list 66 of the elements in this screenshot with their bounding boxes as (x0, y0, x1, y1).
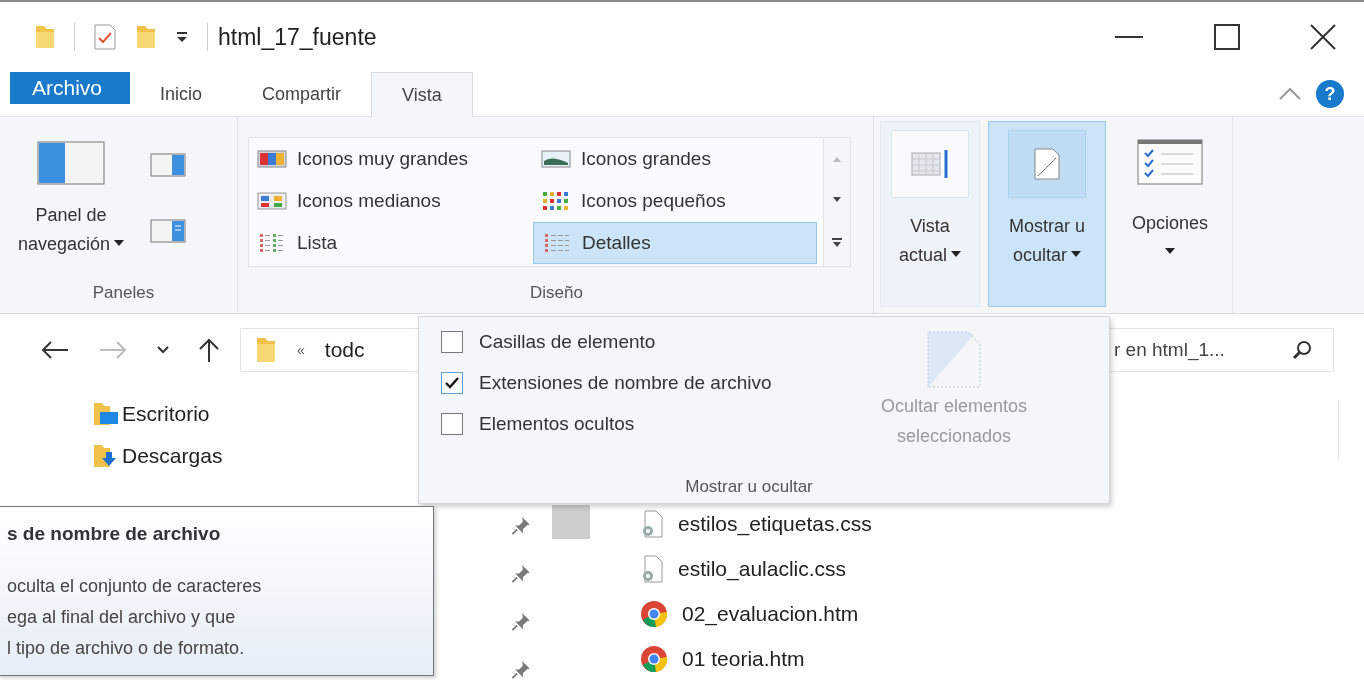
scrollbar-thumb[interactable] (552, 505, 590, 539)
table-icon (910, 147, 950, 181)
pin-icon[interactable] (510, 611, 532, 632)
search-icon (1292, 340, 1312, 360)
close-icon[interactable] (1310, 24, 1336, 50)
ribbon-button[interactable]: Opciones (1114, 121, 1226, 307)
back-icon[interactable] (40, 340, 70, 360)
checkbox-option[interactable]: Extensiones de nombre de archivo (441, 372, 881, 394)
ribbon-button[interactable]: Vista actual (880, 121, 980, 307)
window-title: html_17_fuente (218, 23, 377, 51)
layout-option[interactable]: Iconos grandes (533, 138, 817, 180)
properties-icon[interactable] (93, 23, 117, 51)
collapse-ribbon-icon[interactable] (1278, 87, 1302, 101)
pin-icon[interactable] (510, 659, 532, 680)
layout-option[interactable]: Iconos pequeños (533, 180, 817, 222)
checkbox[interactable] (441, 331, 463, 353)
nav-item[interactable]: Descargas (92, 444, 510, 468)
navigation-pane-button[interactable]: Panel de navegación (18, 123, 125, 283)
file-item[interactable]: 01 teoria.htm (640, 643, 1364, 675)
details-icon (542, 232, 572, 254)
medium-icons-icon (257, 191, 287, 211)
recent-locations-icon[interactable] (156, 345, 170, 355)
file-gear-icon (640, 509, 664, 539)
scroll-down-icon[interactable] (831, 196, 843, 204)
pin-icon[interactable] (510, 515, 532, 536)
checkbox-option[interactable]: Elementos ocultos (441, 413, 881, 435)
maximize-icon[interactable] (1214, 24, 1240, 50)
help-button[interactable]: ? (1316, 80, 1344, 108)
ribbon-tab[interactable]: Compartir (232, 72, 372, 116)
details-pane-icon[interactable] (150, 219, 187, 243)
up-icon[interactable] (198, 337, 220, 363)
checklist-icon (1137, 139, 1203, 185)
navigation-pane-icon (37, 141, 106, 185)
checkbox[interactable] (441, 413, 463, 435)
group-label: Mostrar u ocultar (684, 477, 814, 498)
ribbon-tab[interactable]: Vista (371, 72, 473, 117)
layout-option[interactable]: Iconos medianos (249, 180, 533, 222)
tooltip-title: s de nombre de archivo (7, 523, 222, 545)
file-item[interactable]: 02_evaluacion.htm (640, 598, 1364, 630)
ribbon-tab[interactable]: Inicio (130, 72, 233, 116)
page-icon (926, 331, 983, 389)
check-icon (444, 376, 460, 390)
browser-icon (640, 600, 668, 628)
group-label: Diseño (529, 283, 584, 304)
extra-large-icons-icon (257, 149, 287, 169)
ribbon-button[interactable]: Mostrar u ocultar (988, 121, 1106, 307)
browser-icon (640, 645, 668, 673)
customize-caret-icon[interactable] (175, 30, 189, 44)
layout-option[interactable]: Detalles (533, 222, 817, 264)
layout-option[interactable]: Lista (249, 222, 533, 264)
folder-icon (255, 336, 277, 364)
checkbox-option[interactable]: Casillas de elemento (441, 331, 881, 353)
small-icons-icon (541, 190, 571, 212)
preview-pane-icon[interactable] (150, 153, 187, 177)
page-icon (1032, 146, 1062, 182)
layout-option[interactable]: Iconos muy grandes (249, 138, 533, 180)
group-label: Paneles (91, 283, 156, 304)
file-gear-icon (640, 554, 664, 584)
tooltip-text: oculta el conjunto de caracteres ega al final del archivo y que l tipo de archivo o de formato. (7, 575, 263, 660)
file-item[interactable]: estilo_aulaclic.css (640, 553, 1364, 585)
pin-icon[interactable] (510, 563, 532, 584)
desktop-folder-icon (92, 402, 120, 426)
file-item[interactable]: estilos_etiquetas.css (640, 508, 1364, 540)
ribbon-tab[interactable]: Archivo (10, 72, 131, 104)
checkbox[interactable] (441, 372, 463, 394)
large-icons-icon (541, 149, 571, 169)
